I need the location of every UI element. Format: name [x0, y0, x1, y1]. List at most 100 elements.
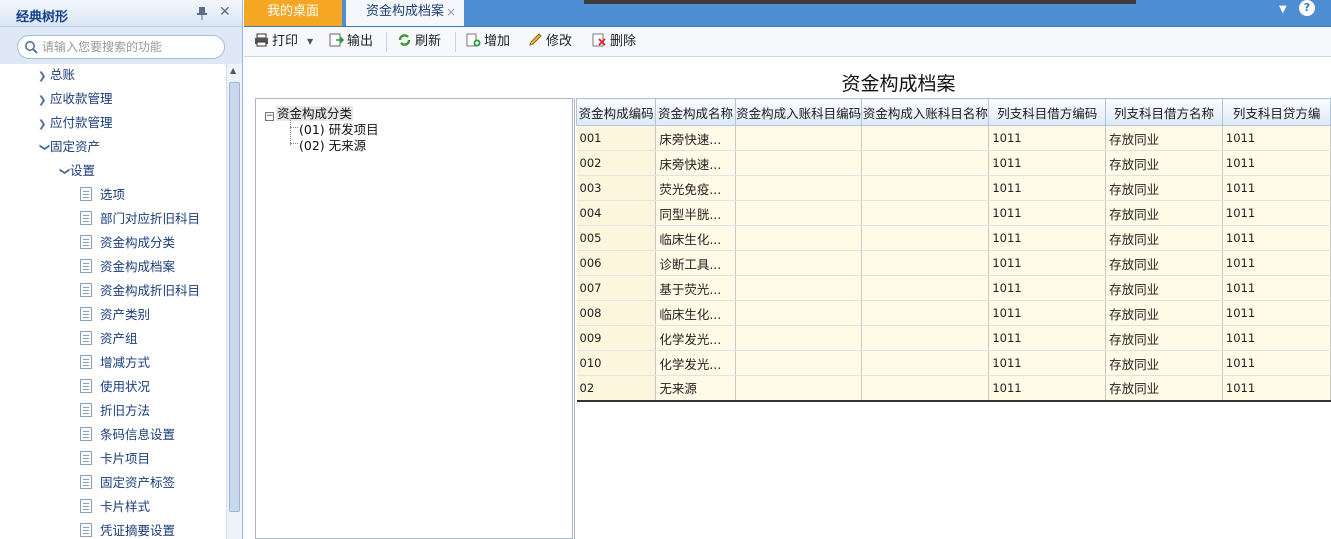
table-cell[interactable]: 化学发光... — [655, 350, 736, 376]
table-cell[interactable] — [735, 125, 863, 151]
scroll-thumb[interactable] — [229, 82, 240, 512]
nav-item-fund-archive[interactable]: 资金构成档案 — [80, 256, 175, 278]
table-cell[interactable]: 存放同业 — [1105, 150, 1223, 176]
table-cell[interactable] — [861, 375, 990, 402]
table-cell[interactable]: 1011 — [1222, 275, 1331, 301]
table-cell[interactable]: 006 — [576, 250, 657, 276]
table-cell[interactable]: 1011 — [988, 300, 1107, 326]
table-cell[interactable]: 1011 — [1222, 125, 1331, 151]
nav-item-dept-depr-account[interactable]: 部门对应折旧科目 — [80, 208, 200, 230]
table-row[interactable]: 001 床旁快速... 1011 存放同业 1011 — [576, 125, 1331, 151]
nav-item-options[interactable]: 选项 — [80, 184, 125, 206]
table-cell[interactable]: 存放同业 — [1105, 225, 1223, 251]
table-cell[interactable]: 存放同业 — [1105, 375, 1223, 402]
table-cell[interactable]: 诊断工具... — [655, 250, 736, 276]
table-row[interactable]: 02 无来源 1011 存放同业 1011 — [576, 375, 1331, 402]
table-cell[interactable]: 002 — [576, 150, 657, 176]
table-cell[interactable]: 010 — [576, 350, 657, 376]
table-cell[interactable]: 1011 — [988, 225, 1107, 251]
table-cell[interactable]: 存放同业 — [1105, 200, 1223, 226]
export-button[interactable]: 输出 — [329, 33, 373, 51]
table-cell[interactable]: 1011 — [1222, 225, 1331, 251]
table-cell[interactable] — [861, 225, 990, 251]
table-row[interactable]: 003 荧光免疫... 1011 存放同业 1011 — [576, 175, 1331, 201]
table-cell[interactable]: 化学发光... — [655, 325, 736, 351]
table-cell[interactable] — [861, 175, 990, 201]
nav-item-card-fields[interactable]: 卡片项目 — [80, 448, 150, 470]
nav-item-ar[interactable]: ❯ 应收款管理 — [38, 88, 113, 110]
column-header[interactable]: 列支科目贷方编 — [1221, 98, 1331, 126]
table-cell[interactable]: 荧光免疫... — [655, 175, 736, 201]
table-row[interactable]: 005 临床生化... 1011 存放同业 1011 — [576, 225, 1331, 251]
table-row[interactable]: 009 化学发光... 1011 存放同业 1011 — [576, 325, 1331, 351]
table-cell[interactable]: 1011 — [1222, 375, 1331, 402]
table-cell[interactable]: 存放同业 — [1105, 300, 1223, 326]
table-row[interactable]: 010 化学发光... 1011 存放同业 1011 — [576, 350, 1331, 376]
table-cell[interactable]: 02 — [576, 375, 657, 402]
table-cell[interactable] — [735, 375, 863, 402]
nav-item-settings[interactable]: ❯设置 — [58, 160, 95, 182]
table-cell[interactable]: 1011 — [1222, 150, 1331, 176]
tree-node-no-source[interactable]: (02) 无来源 — [299, 135, 366, 154]
table-cell[interactable]: 001 — [576, 125, 657, 151]
table-cell[interactable]: 临床生化... — [655, 225, 736, 251]
nav-item-fixed-assets[interactable]: ❯固定资产 — [38, 136, 100, 158]
nav-item-depr-method[interactable]: 折旧方法 — [80, 400, 150, 422]
table-cell[interactable]: 1011 — [988, 175, 1107, 201]
table-cell[interactable] — [861, 250, 990, 276]
scroll-up-icon[interactable]: ▲ — [230, 66, 236, 75]
table-cell[interactable]: 存放同业 — [1105, 125, 1223, 151]
table-cell[interactable]: 1011 — [988, 325, 1107, 351]
nav-item-asset-category[interactable]: 资产类别 — [80, 304, 150, 326]
print-button[interactable]: 打印 ▼ — [254, 33, 313, 51]
table-cell[interactable]: 009 — [576, 325, 657, 351]
table-row[interactable]: 007 基于荧光... 1011 存放同业 1011 — [576, 275, 1331, 301]
table-cell[interactable]: 1011 — [988, 200, 1107, 226]
table-row[interactable]: 008 临床生化... 1011 存放同业 1011 — [576, 300, 1331, 326]
column-header[interactable]: 资金构成入账科目名称 — [861, 98, 990, 126]
table-cell[interactable] — [861, 125, 990, 151]
table-cell[interactable]: 存放同业 — [1105, 250, 1223, 276]
tab-dropdown-icon[interactable]: ▼ — [1279, 4, 1287, 15]
refresh-button[interactable]: 刷新 — [397, 33, 441, 51]
table-cell[interactable]: 007 — [576, 275, 657, 301]
table-cell[interactable] — [735, 150, 863, 176]
column-header[interactable]: 资金构成名称 — [655, 98, 736, 126]
table-cell[interactable]: 床旁快速... — [655, 150, 736, 176]
table-cell[interactable] — [735, 250, 863, 276]
table-cell[interactable]: 基于荧光... — [655, 275, 736, 301]
table-cell[interactable] — [735, 200, 863, 226]
table-cell[interactable] — [861, 200, 990, 226]
table-cell[interactable] — [735, 175, 863, 201]
nav-item-usage-status[interactable]: 使用状况 — [80, 376, 150, 398]
table-cell[interactable] — [735, 325, 863, 351]
pin-icon[interactable] — [196, 6, 208, 20]
table-cell[interactable] — [861, 300, 990, 326]
table-cell[interactable]: 1011 — [988, 375, 1107, 402]
table-cell[interactable]: 1011 — [1222, 175, 1331, 201]
delete-button[interactable]: 删除 — [592, 33, 636, 51]
tab-close-icon[interactable]: × — [446, 0, 456, 24]
table-cell[interactable] — [861, 325, 990, 351]
table-cell[interactable]: 1011 — [988, 250, 1107, 276]
help-icon[interactable]: ? — [1299, 0, 1315, 16]
column-header[interactable]: 资金构成编码 — [575, 98, 657, 126]
table-cell[interactable]: 003 — [576, 175, 657, 201]
nav-item-change-method[interactable]: 增减方式 — [80, 352, 150, 374]
table-cell[interactable] — [861, 350, 990, 376]
table-cell[interactable]: 008 — [576, 300, 657, 326]
tab-home[interactable]: 我的桌面 — [244, 0, 342, 26]
tab-fund-archive[interactable]: 资金构成档案 × — [346, 0, 464, 26]
table-cell[interactable] — [861, 150, 990, 176]
nav-item-gl[interactable]: ❯ 总账 — [38, 64, 75, 86]
table-cell[interactable]: 存放同业 — [1105, 350, 1223, 376]
search-input[interactable] — [42, 39, 218, 55]
table-cell[interactable]: 存放同业 — [1105, 275, 1223, 301]
nav-item-asset-label[interactable]: 固定资产标签 — [80, 472, 175, 494]
table-cell[interactable]: 1011 — [1222, 200, 1331, 226]
table-cell[interactable] — [861, 275, 990, 301]
table-cell[interactable]: 1011 — [1222, 250, 1331, 276]
table-cell[interactable]: 床旁快速... — [655, 125, 736, 151]
nav-item-fund-depr-account[interactable]: 资金构成折旧科目 — [80, 280, 200, 302]
collapse-icon[interactable]: − — [265, 112, 274, 121]
